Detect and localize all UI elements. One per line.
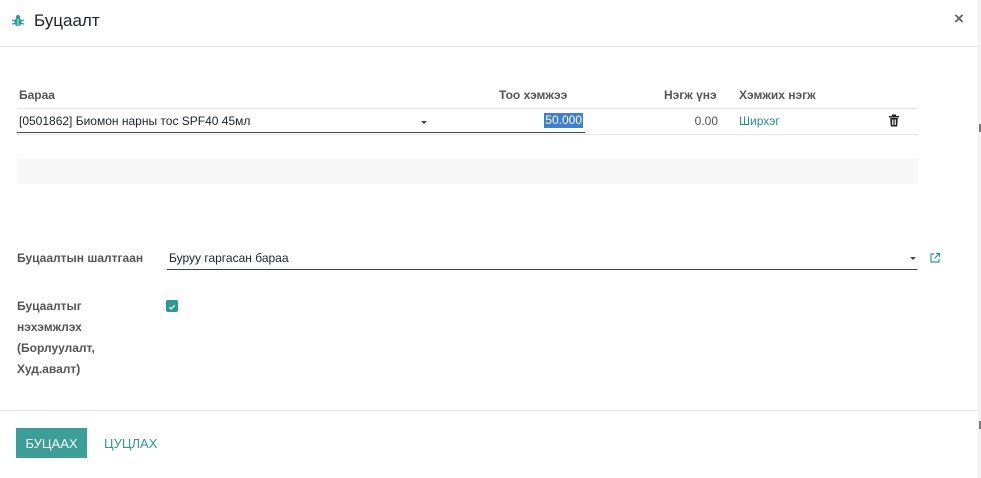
close-button[interactable]: × [954, 9, 964, 29]
uom-link[interactable]: Ширхэг [739, 114, 780, 128]
dialog-footer-divider [0, 410, 978, 411]
dialog-header: Буцаалт × [0, 0, 978, 47]
product-select[interactable]: [0501862] Биомон нарны тос SPF40 45мл [17, 110, 437, 133]
cancel-button[interactable]: ЦУЦЛАХ [104, 428, 157, 458]
add-line-row[interactable] [17, 159, 918, 184]
reason-label: Буцаалтын шалтгаан [17, 251, 144, 265]
column-header-uom: Хэмжих нэгж [739, 88, 816, 102]
quantity-input[interactable]: 50.000 [437, 110, 585, 133]
table-row-divider [17, 134, 918, 135]
check-icon [168, 304, 176, 310]
product-value: [0501862] Биомон нарны тос SPF40 45мл [19, 114, 251, 128]
trash-icon[interactable] [888, 114, 900, 127]
quantity-value: 50.000 [544, 113, 583, 128]
refund-invoice-label: Буцаалтыг нэхэмжлэх (Борлуулалт, Худ.ава… [17, 299, 95, 376]
refund-invoice-checkbox[interactable] [166, 300, 178, 312]
return-button[interactable]: БУЦААХ [16, 428, 87, 458]
return-dialog: Буцаалт × Бараа Тоо хэмжээ Нэгж үнэ Хэмж… [0, 0, 979, 478]
unit-price-value: 0.00 [694, 114, 718, 128]
column-header-quantity: Тоо хэмжээ [499, 88, 568, 102]
column-header-unit-price: Нэгж үнэ [664, 88, 717, 102]
column-header-product: Бараа [19, 88, 55, 102]
external-link-icon[interactable] [929, 252, 941, 264]
dialog-title: Буцаалт [34, 11, 100, 30]
table-row-divider [17, 108, 918, 109]
reason-value: Буруу гаргасан бараа [169, 251, 289, 265]
chevron-down-icon [421, 121, 427, 124]
bug-icon [11, 15, 25, 27]
reason-select[interactable]: Буруу гаргасан бараа [167, 248, 917, 270]
chevron-down-icon [910, 257, 916, 260]
